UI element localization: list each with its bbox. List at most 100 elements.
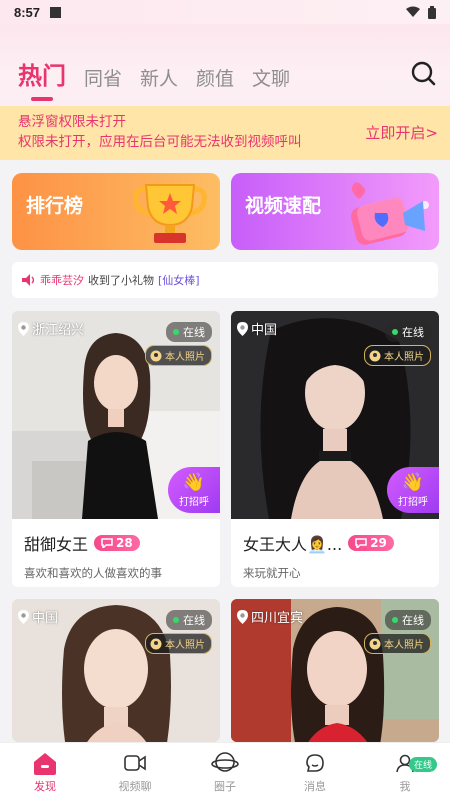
user-photo: 中国 在线 本人照片: [12, 599, 220, 742]
user-card[interactable]: 浙江绍兴 在线 本人照片 👋 打招呼 甜御女王 28 喜欢和喜欢的人做喜欢的事: [12, 311, 220, 587]
battery-icon: [428, 5, 436, 19]
status-bar: 8:57: [0, 0, 450, 24]
level-value: 29: [370, 536, 387, 550]
user-card[interactable]: 中国 在线 本人照片: [12, 599, 220, 742]
verified-photo-badge: 本人照片: [145, 633, 212, 654]
online-badge: 在线: [166, 610, 212, 630]
location-text: 中国: [32, 611, 59, 626]
nav-me[interactable]: 在线 我: [360, 743, 450, 800]
nav-me-label: 我: [399, 779, 411, 793]
trophy-icon: [133, 184, 207, 243]
online-text: 在线: [183, 326, 205, 339]
location-text: 中国: [251, 323, 278, 338]
level-badge: 28: [94, 535, 140, 551]
video-match-label: 视频速配: [245, 195, 322, 217]
speaker-icon: [22, 274, 35, 286]
location-pin-icon: [237, 321, 248, 336]
notification-icon: [50, 6, 62, 18]
gift-text: 收到了小礼物: [88, 274, 154, 287]
nav-circle[interactable]: 圈子: [180, 743, 270, 800]
planet-icon: [211, 751, 239, 772]
verified-icon: [369, 638, 381, 649]
nav-discover[interactable]: 发现: [0, 743, 90, 800]
verified-text: 本人照片: [165, 640, 205, 651]
search-icon[interactable]: [410, 60, 436, 86]
online-badge: 在线: [166, 322, 212, 342]
verified-icon: [150, 350, 162, 361]
location-pin-icon: [18, 609, 29, 624]
nav-messages[interactable]: 消息: [270, 743, 360, 800]
gift-sender-name: 乖乖芸汐: [40, 274, 84, 287]
gift-name: [仙女棒]: [158, 274, 200, 287]
wifi-icon: [406, 6, 420, 17]
tab-looks[interactable]: 颜值: [196, 64, 234, 91]
say-hi-button[interactable]: 👋 打招呼: [387, 467, 439, 513]
online-text: 在线: [402, 326, 424, 339]
top-header: 热门 同省 新人 颜值 文聊: [0, 24, 450, 106]
nav-circle-label: 圈子: [214, 779, 236, 793]
user-name: 甜御女王: [24, 535, 89, 554]
wave-hand-icon: 👋: [182, 472, 206, 493]
user-info: 女王大人👩‍💼... 29 来玩就开心: [231, 519, 439, 587]
bottom-nav: 发现 视频聊 圈子 消息 在线 我: [0, 742, 450, 800]
user-card[interactable]: 四川宜宾 在线 本人照片: [231, 599, 439, 742]
tab-bar: 热门 同省 新人 颜值 文聊: [18, 56, 290, 91]
gift-broadcast: 乖乖芸汐 收到了小礼物 [仙女棒]: [12, 262, 438, 298]
status-time: 8:57: [14, 4, 41, 20]
wave-hand-icon: 👋: [401, 472, 425, 493]
user-info: 甜御女王 28 喜欢和喜欢的人做喜欢的事: [12, 519, 220, 587]
level-icon: [101, 538, 113, 548]
verified-icon: [369, 350, 381, 361]
user-card[interactable]: 中国 在线 本人照片 👋 打招呼 女王大人👩‍💼... 29 来玩就开心: [231, 311, 439, 587]
user-name: 女王大人👩‍💼...: [243, 535, 343, 554]
video-camera-icon: [351, 182, 429, 245]
level-value: 28: [116, 536, 133, 550]
online-badge: 在线: [385, 610, 431, 630]
nav-discover-label: 发现: [34, 779, 56, 793]
user-photo: 四川宜宾 在线 本人照片: [231, 599, 439, 742]
verified-photo-badge: 本人照片: [364, 633, 431, 654]
user-signature: 来玩就开心: [243, 566, 301, 580]
verified-text: 本人照片: [384, 640, 424, 651]
nav-video-chat-label: 视频聊: [118, 779, 152, 793]
say-hi-label: 打招呼: [179, 497, 209, 508]
location-pin-icon: [237, 609, 248, 624]
online-status-badge: 在线: [409, 757, 438, 772]
video-icon: [124, 754, 146, 771]
nav-video-chat[interactable]: 视频聊: [90, 743, 180, 800]
nav-messages-label: 消息: [304, 779, 326, 793]
online-badge: 在线: [385, 322, 431, 342]
ranking-banner[interactable]: 排行榜: [12, 173, 220, 250]
location-text: 浙江绍兴: [32, 323, 85, 338]
home-icon: [34, 752, 56, 775]
verified-photo-badge: 本人照片: [145, 345, 212, 366]
say-hi-label: 打招呼: [398, 497, 428, 508]
verified-text: 本人照片: [165, 352, 205, 363]
location-tag: 浙江绍兴: [18, 319, 84, 338]
location-tag: 中国: [237, 319, 277, 338]
tab-same-province[interactable]: 同省: [84, 64, 122, 91]
user-photo: 中国 在线 本人照片 👋 打招呼: [231, 311, 439, 519]
tab-newcomer[interactable]: 新人: [140, 64, 178, 91]
location-text: 四川宜宾: [251, 611, 304, 626]
permission-notice: 悬浮窗权限未打开 权限未打开，应用在后台可能无法收到视频呼叫 立即开启>: [0, 106, 450, 160]
level-badge: 29: [348, 535, 394, 551]
user-photo: 浙江绍兴 在线 本人照片 👋 打招呼: [12, 311, 220, 519]
video-match-banner[interactable]: 视频速配: [231, 173, 439, 250]
verified-icon: [150, 638, 162, 649]
tab-text-chat[interactable]: 文聊: [252, 64, 290, 91]
online-text: 在线: [402, 614, 424, 627]
say-hi-button[interactable]: 👋 打招呼: [168, 467, 220, 513]
verified-photo-badge: 本人照片: [364, 345, 431, 366]
verified-text: 本人照片: [384, 352, 424, 363]
ranking-label: 排行榜: [26, 195, 84, 217]
user-signature: 喜欢和喜欢的人做喜欢的事: [24, 566, 162, 580]
tab-hot[interactable]: 热门: [18, 56, 66, 91]
chat-bubble-icon: [306, 753, 324, 772]
location-tag: 中国: [18, 607, 58, 626]
online-text: 在线: [183, 614, 205, 627]
open-permission-button[interactable]: 立即开启>: [365, 122, 438, 143]
location-pin-icon: [18, 321, 29, 336]
level-icon: [355, 538, 367, 548]
location-tag: 四川宜宾: [237, 607, 303, 626]
